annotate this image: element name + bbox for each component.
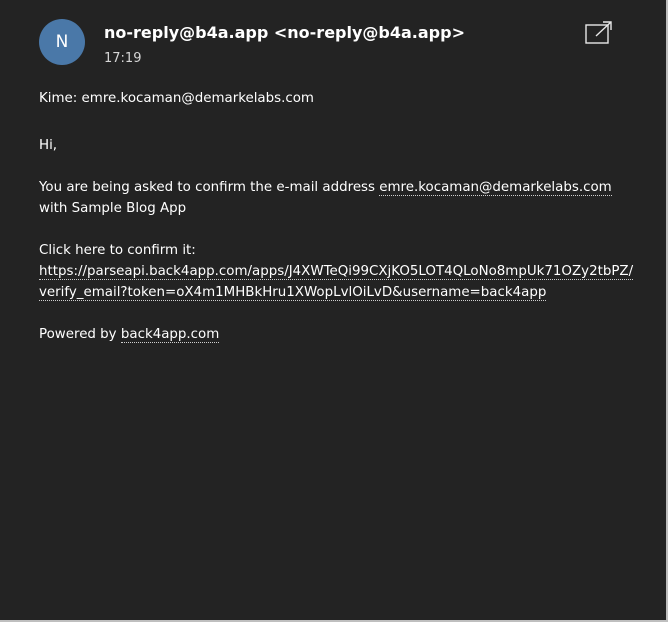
click-here-text: Click here to confirm it: xyxy=(39,243,196,258)
app-name-line: with Sample Blog App xyxy=(39,201,187,216)
message-time: 17:19 xyxy=(104,51,142,66)
powered-by-line: Powered by back4app.com xyxy=(39,324,649,345)
verify-email-link[interactable]: https://parseapi.back4app.com/apps/J4XWT… xyxy=(39,264,634,301)
confirm-sentence: You are being asked to confirm the e-mai… xyxy=(39,177,649,198)
powered-by-text: Powered by xyxy=(39,327,121,342)
message-body: Kime: emre.kocaman@demarkelabs.com Hi, Y… xyxy=(39,88,649,345)
popout-window-icon[interactable] xyxy=(584,20,614,46)
greeting: Hi, xyxy=(39,138,58,153)
sender-name[interactable]: no-reply@b4a.app <no-reply@b4a.app> xyxy=(104,23,465,42)
email-reading-pane: N no-reply@b4a.app <no-reply@b4a.app> 17… xyxy=(0,0,668,622)
confirm-text: You are being asked to confirm the e-mai… xyxy=(39,180,380,195)
confirm-email-link[interactable]: emre.kocaman@demarkelabs.com xyxy=(379,180,612,196)
back4app-link[interactable]: back4app.com xyxy=(120,327,220,343)
recipient-line: Kime: emre.kocaman@demarkelabs.com xyxy=(39,91,314,106)
sender-avatar[interactable]: N xyxy=(39,19,85,65)
